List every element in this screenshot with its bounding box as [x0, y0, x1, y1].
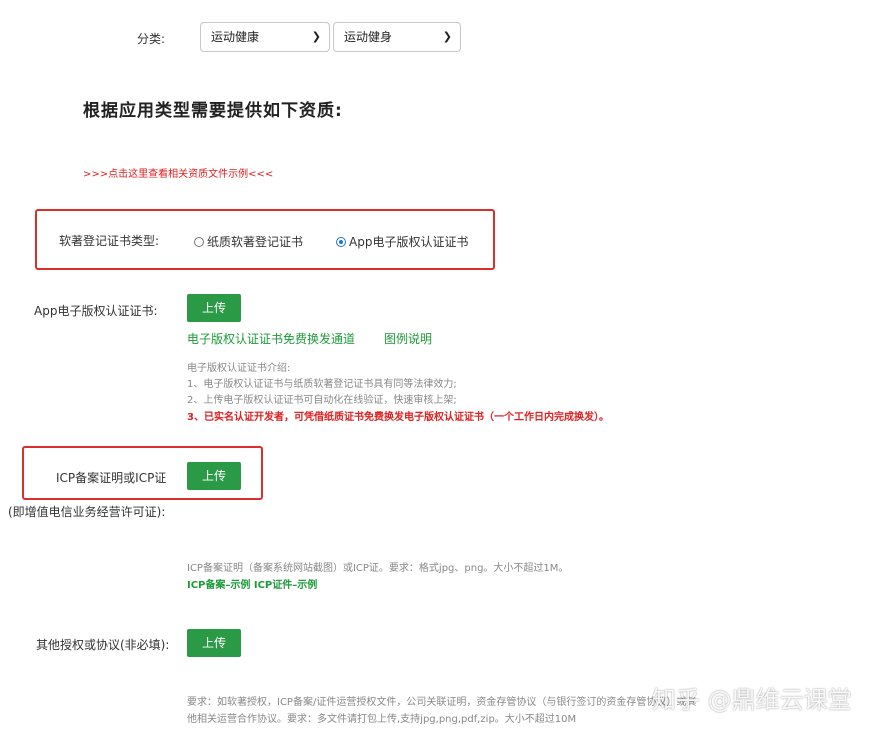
other-label: 其他授权或协议(非必填):: [36, 636, 169, 653]
icp-sublabel: (即增值电信业务经营许可证):: [8, 503, 165, 520]
app-cert-label: App电子版权认证证书:: [34, 302, 158, 319]
radio-app-cert-label: App电子版权认证证书: [349, 235, 468, 249]
illustration-link[interactable]: 图例说明: [384, 330, 432, 347]
icp-label: ICP备案证明或ICP证: [56, 469, 166, 486]
radio-checked-icon[interactable]: [336, 237, 346, 247]
chevron-down-icon: ❯: [312, 23, 321, 51]
icp-example-links[interactable]: ICP备案–示例 ICP证件–示例: [187, 576, 317, 591]
intro-line-2: 2、上传电子版权认证证书可自动化在线验证，快速审核上架;: [187, 391, 457, 406]
category-primary-select[interactable]: 运动健康 ❯: [200, 22, 330, 52]
example-link[interactable]: >>>点击这里查看相关资质文件示例<<<: [83, 165, 273, 180]
category-primary-value: 运动健康: [211, 30, 259, 44]
icp-upload-button[interactable]: 上传: [187, 462, 241, 490]
qualification-heading: 根据应用类型需要提供如下资质:: [83, 96, 343, 121]
radio-unchecked-icon[interactable]: [194, 237, 204, 247]
category-secondary-select[interactable]: 运动健身 ❯: [333, 22, 461, 52]
category-secondary-value: 运动健身: [344, 30, 392, 44]
intro-title: 电子版权认证证书介绍:: [187, 359, 290, 374]
app-cert-upload-button[interactable]: 上传: [187, 294, 241, 322]
zhihu-watermark: 知乎 @鼎维云课堂: [652, 680, 852, 715]
icp-requirement: ICP备案证明（备案系统网站截图）或ICP证。要求：格式jpg、png。大小不超…: [187, 559, 568, 574]
radio-paper-cert-label: 纸质软著登记证书: [207, 235, 303, 249]
cert-type-label: 软著登记证书类型:: [59, 232, 159, 249]
radio-paper-cert[interactable]: 纸质软著登记证书: [194, 233, 303, 250]
category-label: 分类:: [137, 30, 165, 47]
other-upload-button[interactable]: 上传: [187, 629, 241, 657]
other-requirement-1: 要求：如软著授权，ICP备案/证件运营授权文件，公司关联证明，资金存管协议（与银…: [187, 693, 696, 708]
radio-app-cert[interactable]: App电子版权认证证书: [336, 233, 468, 250]
free-exchange-link[interactable]: 电子版权认证证书免费换发通道: [187, 330, 355, 347]
other-requirement-2: 他相关运营合作协议。要求：多文件请打包上传,支持jpg,png,pdf,zip。…: [187, 710, 576, 725]
intro-line-3: 3、已实名认证开发者，可凭借纸质证书免费换发电子版权认证证书（一个工作日内完成换…: [187, 408, 609, 423]
chevron-down-icon: ❯: [443, 23, 452, 51]
intro-line-1: 1、电子版权认证证书与纸质软著登记证书具有同等法律效力;: [187, 375, 457, 390]
